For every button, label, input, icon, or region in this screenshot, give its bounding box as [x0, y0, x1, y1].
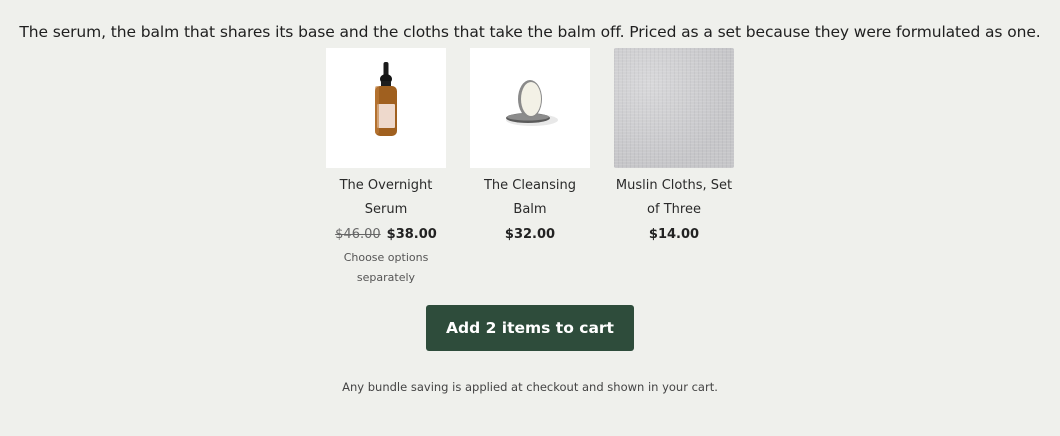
dropper-bottle-icon [375, 62, 397, 136]
bundle-saving-footnote: Any bundle saving is applied at checkout… [342, 379, 718, 394]
product-price: $14.00 [648, 227, 700, 242]
product-image-balm[interactable] [470, 48, 590, 168]
add-to-cart-button[interactable]: Add 2 items to cart [426, 305, 634, 351]
bundle-product-cloths: Muslin Cloths, Set of Three $14.00 [602, 48, 746, 288]
bundle-product-serum: The Overnight Serum $46.00 $38.00 Choose … [314, 48, 458, 288]
product-image-serum[interactable] [326, 48, 446, 168]
bundle-intro-text: The serum, the balm that shares its base… [19, 22, 1041, 41]
product-price: $46.00 $38.00 [335, 225, 437, 245]
product-original-price: $46.00 [335, 227, 381, 242]
product-price: $32.00 [504, 227, 556, 242]
product-name[interactable]: The Cleansing Balm [466, 174, 594, 222]
product-sale-price: $38.00 [386, 227, 437, 242]
product-name[interactable]: The Overnight Serum [322, 174, 450, 222]
balm-tin-icon [506, 80, 558, 126]
product-name[interactable]: Muslin Cloths, Set of Three [610, 174, 738, 222]
bundle-product-list: The Overnight Serum $46.00 $38.00 Choose … [314, 48, 746, 288]
choose-options-note: Choose options separately [343, 251, 429, 284]
product-image-cloths[interactable] [614, 48, 734, 168]
bundle-product-balm: The Cleansing Balm $32.00 [458, 48, 602, 288]
